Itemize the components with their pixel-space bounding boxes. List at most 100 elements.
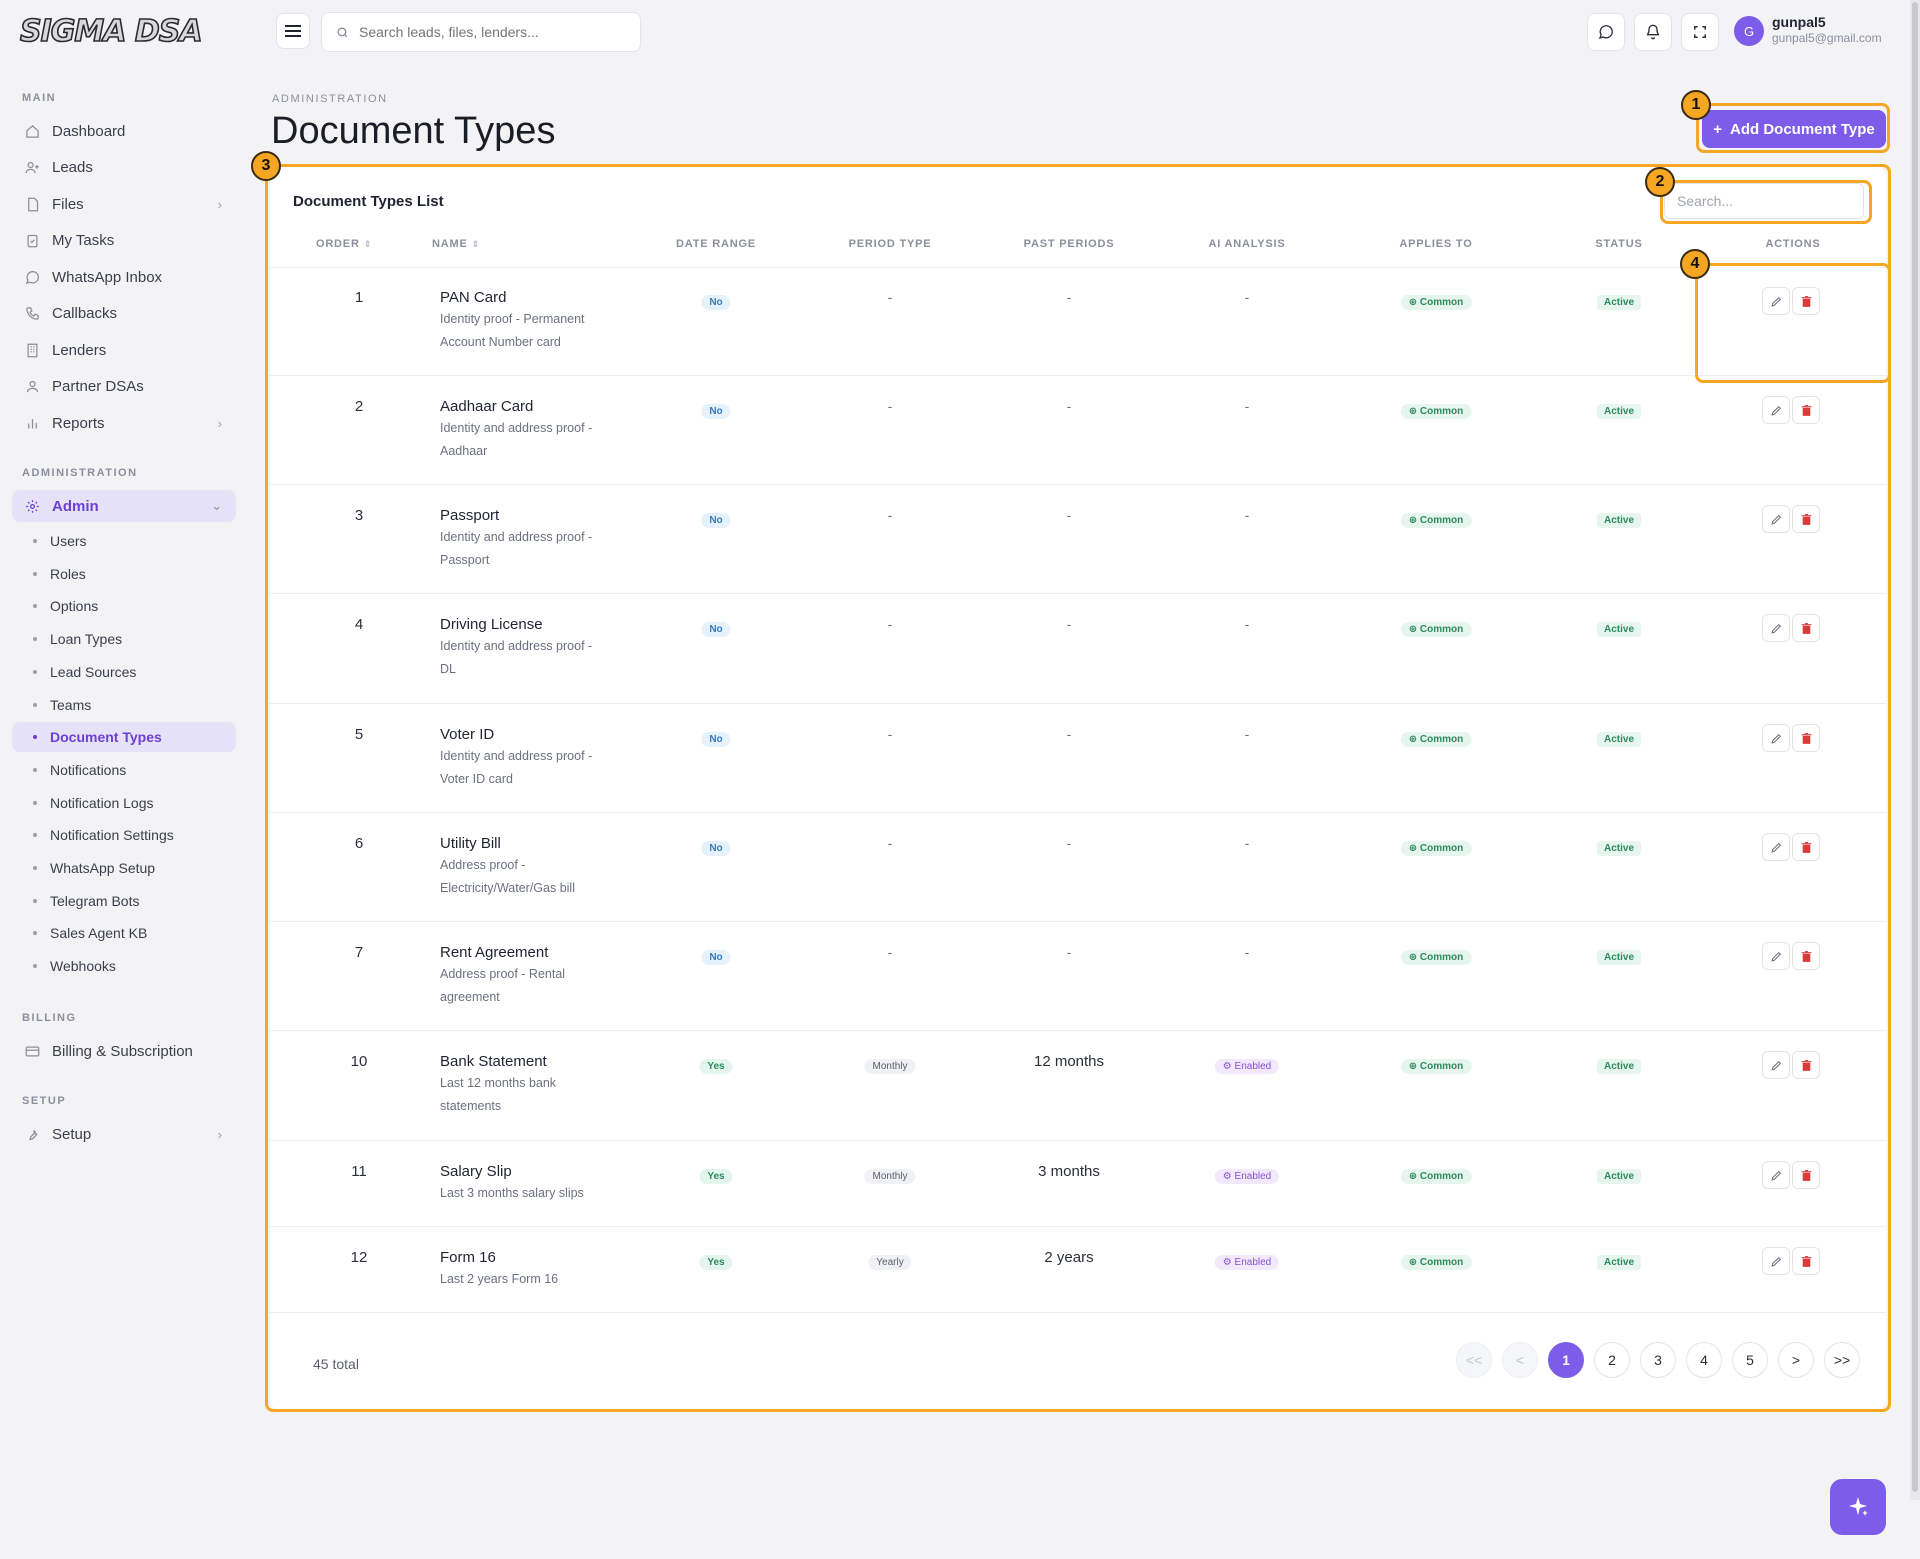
bar-chart-icon: [24, 415, 40, 431]
sidebar-item-reports[interactable]: Reports ›: [12, 407, 236, 439]
edit-button[interactable]: [1762, 396, 1790, 424]
ai-assistant-button[interactable]: [1830, 1479, 1886, 1535]
trash-icon: [1801, 950, 1811, 962]
sidebar-item-lenders[interactable]: Lenders: [12, 334, 236, 366]
date-range-badge: No: [701, 295, 731, 310]
sidebar-item-billing[interactable]: Billing & Subscription: [12, 1035, 236, 1067]
past-periods-cell: -: [1066, 616, 1072, 632]
sidebar-subitem-notification-logs[interactable]: Notification Logs: [12, 788, 236, 818]
globe-icon: ⊕: [1408, 952, 1420, 963]
sidebar-subitem-webhooks[interactable]: Webhooks: [12, 951, 236, 981]
sidebar-item-dashboard[interactable]: Dashboard: [12, 115, 236, 147]
sidebar-item-label: Partner DSAs: [52, 378, 144, 395]
edit-button[interactable]: [1762, 724, 1790, 752]
period-type-cell: -: [887, 398, 893, 414]
pencil-icon: [1770, 514, 1781, 525]
delete-button[interactable]: [1792, 1161, 1820, 1189]
delete-button[interactable]: [1792, 614, 1820, 642]
pagination-page-5[interactable]: 5: [1732, 1342, 1768, 1378]
app-logo[interactable]: SIGMA DSA: [19, 13, 203, 50]
delete-button[interactable]: [1792, 505, 1820, 533]
edit-button[interactable]: [1762, 1247, 1790, 1275]
ai-analysis-label: Enabled: [1234, 1061, 1272, 1072]
sidebar-subitem-options[interactable]: Options: [12, 591, 236, 621]
annotation-marker-4: 4: [1680, 249, 1710, 279]
sidebar-subitem-users[interactable]: Users: [12, 526, 236, 556]
delete-button[interactable]: [1792, 942, 1820, 970]
sidebar-subitem-sales-agent-kb[interactable]: Sales Agent KB: [12, 918, 236, 948]
add-document-type-button[interactable]: + Add Document Type: [1702, 110, 1886, 148]
ai-analysis-cell: -: [1244, 835, 1250, 851]
pagination-next[interactable]: >: [1778, 1342, 1814, 1378]
page-scrollbar[interactable]: [1910, 0, 1920, 1500]
column-header-name[interactable]: NAME ⇕: [432, 238, 480, 250]
past-periods-cell: -: [1066, 289, 1072, 305]
sidebar-subitem-lead-sources[interactable]: Lead Sources: [12, 657, 236, 687]
delete-button[interactable]: [1792, 724, 1820, 752]
fullscreen-icon: [1694, 26, 1706, 38]
status-cell: Active: [1596, 619, 1642, 637]
sidebar-subitem-loan-types[interactable]: Loan Types: [12, 624, 236, 654]
sidebar-subitem-telegram-bots[interactable]: Telegram Bots: [12, 886, 236, 916]
sidebar-subitem-roles[interactable]: Roles: [12, 559, 236, 589]
delete-button[interactable]: [1792, 833, 1820, 861]
pagination-page-3[interactable]: 3: [1640, 1342, 1676, 1378]
sidebar-item-leads[interactable]: Leads: [12, 152, 236, 184]
ai-analysis-cell: -: [1244, 289, 1250, 305]
edit-button[interactable]: [1762, 614, 1790, 642]
sidebar-item-label: Billing & Subscription: [52, 1042, 193, 1060]
applies-to-cell: ⊕ Common: [1400, 510, 1472, 528]
name-cell: Form 16 Last 2 years Form 16: [440, 1249, 620, 1291]
sidebar-item-label: Leads: [52, 159, 93, 176]
edit-button[interactable]: [1762, 942, 1790, 970]
sidebar-item-callbacks[interactable]: Callbacks: [12, 298, 236, 330]
edit-button[interactable]: [1762, 1051, 1790, 1079]
pagination-last[interactable]: >>: [1824, 1342, 1860, 1378]
sidebar-subitem-notifications[interactable]: Notifications: [12, 755, 236, 785]
sidebar-subitem-whatsapp-setup[interactable]: WhatsApp Setup: [12, 853, 236, 883]
applies-to-badge: ⊕ Common: [1400, 732, 1472, 747]
avatar[interactable]: G: [1734, 16, 1764, 46]
whatsapp-button[interactable]: [1587, 13, 1625, 51]
column-header-applies-to: APPLIES TO: [1399, 238, 1473, 250]
sidebar-item-files[interactable]: Files ›: [12, 188, 236, 220]
delete-button[interactable]: [1792, 287, 1820, 315]
pagination-page-2[interactable]: 2: [1594, 1342, 1630, 1378]
applies-to-cell: ⊕ Common: [1400, 292, 1472, 310]
delete-button[interactable]: [1792, 1051, 1820, 1079]
status-cell: Active: [1596, 1252, 1642, 1270]
sidebar-subitem-teams[interactable]: Teams: [12, 690, 236, 720]
column-header-order[interactable]: ORDER ⇕: [316, 238, 372, 250]
period-type-cell: -: [887, 507, 893, 523]
order-cell: 7: [354, 944, 364, 961]
edit-button[interactable]: [1762, 1161, 1790, 1189]
edit-button[interactable]: [1762, 505, 1790, 533]
notifications-button[interactable]: [1634, 13, 1672, 51]
pagination-prev[interactable]: <: [1502, 1342, 1538, 1378]
sidebar-item-partner-dsas[interactable]: Partner DSAs: [12, 371, 236, 403]
bell-icon: [1646, 24, 1660, 40]
plus-icon: +: [1713, 120, 1723, 138]
pagination-page-4[interactable]: 4: [1686, 1342, 1722, 1378]
sidebar-item-my-tasks[interactable]: My Tasks: [12, 225, 236, 257]
sidebar-item-admin[interactable]: Admin ⌄: [12, 490, 236, 522]
sidebar-item-whatsapp-inbox[interactable]: WhatsApp Inbox: [12, 261, 236, 293]
user-plus-icon: [24, 160, 40, 176]
sidebar-subitem-notification-settings[interactable]: Notification Settings: [12, 820, 236, 850]
menu-toggle-button[interactable]: [276, 13, 310, 49]
fullscreen-button[interactable]: [1681, 13, 1719, 51]
pagination-first[interactable]: <<: [1456, 1342, 1492, 1378]
table-search-input[interactable]: [1664, 183, 1864, 219]
edit-button[interactable]: [1762, 287, 1790, 315]
past-periods-cell: -: [1066, 944, 1072, 960]
applies-to-label: Common: [1419, 734, 1464, 745]
sidebar-subitem-document-types[interactable]: Document Types: [12, 722, 236, 753]
delete-button[interactable]: [1792, 1247, 1820, 1275]
delete-button[interactable]: [1792, 396, 1820, 424]
applies-to-badge: ⊕ Common: [1400, 622, 1472, 637]
global-search-input[interactable]: [359, 24, 629, 40]
applies-to-badge: ⊕ Common: [1400, 1059, 1472, 1074]
edit-button[interactable]: [1762, 833, 1790, 861]
pagination-page-1[interactable]: 1: [1548, 1342, 1584, 1378]
sidebar-item-setup[interactable]: Setup ›: [12, 1118, 236, 1150]
